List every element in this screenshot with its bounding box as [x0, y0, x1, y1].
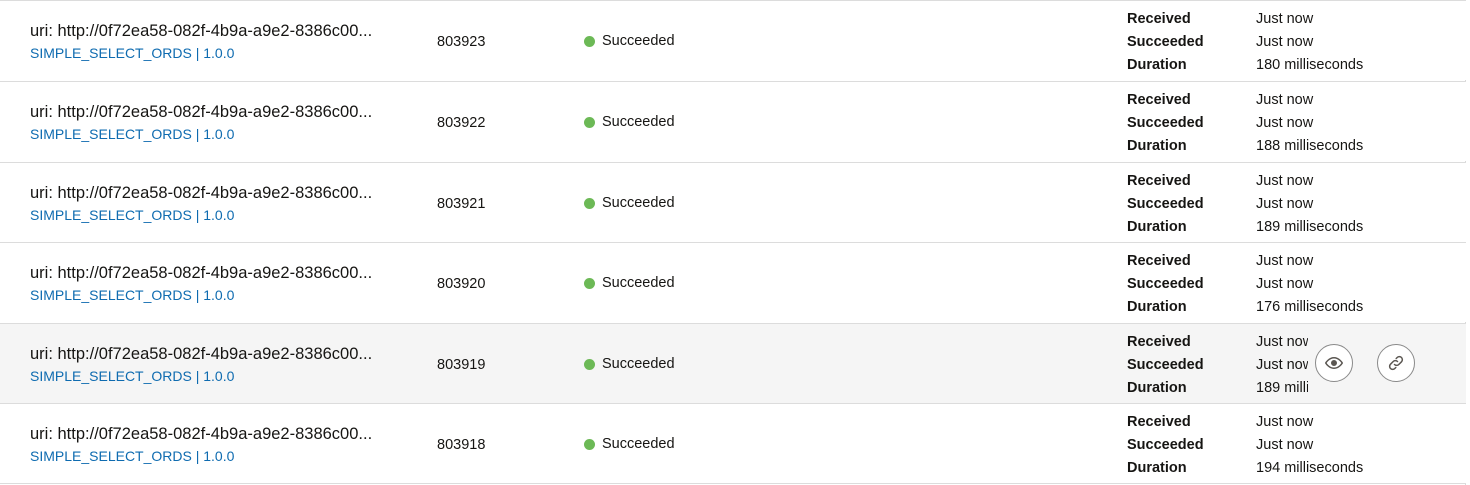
- request-uri: uri: http://0f72ea58-082f-4b9a-a9e2-8386…: [30, 345, 373, 363]
- copy-link-button[interactable]: [1377, 344, 1415, 382]
- request-id: 803920: [437, 276, 486, 292]
- timing-details: Received Just now Succeeded Just now Durat…: [1127, 411, 1363, 480]
- received-value: Just now: [1256, 11, 1314, 27]
- requests-table: uri: http://0f72ea58-082f-4b9a-a9e2-8386…: [0, 0, 1466, 485]
- status-cell: Succeeded: [584, 275, 675, 291]
- succeeded-value: Just now: [1256, 357, 1308, 373]
- request-id: 803919: [437, 357, 486, 373]
- status-text: Succeeded: [602, 114, 675, 130]
- status-text: Succeeded: [602, 356, 675, 372]
- duration-value: 180 milliseconds: [1256, 57, 1364, 73]
- request-uri: uri: http://0f72ea58-082f-4b9a-a9e2-8386…: [30, 22, 373, 40]
- succeeded-label: Succeeded: [1127, 115, 1204, 131]
- module-link[interactable]: SIMPLE_SELECT_ORDS | 1.0.0: [30, 448, 234, 464]
- succeeded-label: Succeeded: [1127, 196, 1204, 212]
- request-uri: uri: http://0f72ea58-082f-4b9a-a9e2-8386…: [30, 425, 373, 443]
- request-uri: uri: http://0f72ea58-082f-4b9a-a9e2-8386…: [30, 184, 373, 202]
- status-success-icon: [584, 197, 595, 209]
- status-cell: Succeeded: [584, 436, 675, 452]
- request-id: 803921: [437, 196, 486, 212]
- received-value: Just now: [1256, 173, 1314, 189]
- succeeded-label: Succeeded: [1127, 357, 1204, 373]
- duration-label: Duration: [1127, 219, 1187, 235]
- status-success-icon: [584, 438, 595, 450]
- table-row[interactable]: uri: http://0f72ea58-082f-4b9a-a9e2-8386…: [0, 162, 1466, 242]
- status-text: Succeeded: [602, 436, 675, 452]
- received-label: Received: [1127, 92, 1191, 108]
- timing-details: Received Just now Succeeded Just now Durat…: [1127, 250, 1363, 319]
- received-value: Just now: [1256, 253, 1314, 269]
- duration-label: Duration: [1127, 138, 1187, 154]
- received-label: Received: [1127, 11, 1191, 27]
- status-cell: Succeeded: [584, 114, 675, 130]
- table-row[interactable]: uri: http://0f72ea58-082f-4b9a-a9e2-8386…: [0, 81, 1466, 161]
- request-id: 803918: [437, 437, 486, 453]
- status-success-icon: [584, 358, 595, 370]
- duration-value: 194 milliseconds: [1256, 460, 1364, 476]
- duration-value: 188 milliseconds: [1256, 138, 1364, 154]
- status-cell: Succeeded: [584, 195, 675, 211]
- status-success-icon: [584, 277, 595, 289]
- succeeded-value: Just now: [1256, 196, 1314, 212]
- received-value: Just now: [1256, 92, 1314, 108]
- received-value: Just now: [1256, 414, 1314, 430]
- received-value: Just now: [1256, 334, 1308, 350]
- link-icon: [1387, 354, 1405, 372]
- timing-details: Received Just now Succeeded Just now Durat…: [1127, 170, 1363, 239]
- status-success-icon: [584, 116, 595, 128]
- table-row[interactable]: uri: http://0f72ea58-082f-4b9a-a9e2-8386…: [0, 242, 1466, 322]
- table-row[interactable]: uri: http://0f72ea58-082f-4b9a-a9e2-8386…: [0, 0, 1466, 80]
- table-row[interactable]: uri: http://0f72ea58-082f-4b9a-a9e2-8386…: [0, 403, 1466, 484]
- received-label: Received: [1127, 253, 1191, 269]
- status-cell: Succeeded: [584, 356, 675, 372]
- status-text: Succeeded: [602, 275, 675, 291]
- duration-label: Duration: [1127, 460, 1187, 476]
- request-uri: uri: http://0f72ea58-082f-4b9a-a9e2-8386…: [30, 103, 373, 121]
- duration-label: Duration: [1127, 380, 1187, 396]
- view-button[interactable]: [1315, 344, 1353, 382]
- status-text: Succeeded: [602, 33, 675, 49]
- status-cell: Succeeded: [584, 33, 675, 49]
- received-label: Received: [1127, 334, 1191, 350]
- succeeded-label: Succeeded: [1127, 276, 1204, 292]
- timing-details: Received Just now Succeeded Just now Durat…: [1127, 8, 1363, 77]
- duration-label: Duration: [1127, 299, 1187, 315]
- request-id: 803923: [437, 34, 486, 50]
- module-link[interactable]: SIMPLE_SELECT_ORDS | 1.0.0: [30, 45, 234, 61]
- request-uri: uri: http://0f72ea58-082f-4b9a-a9e2-8386…: [30, 264, 373, 282]
- status-success-icon: [584, 35, 595, 47]
- received-label: Received: [1127, 414, 1191, 430]
- request-id: 803922: [437, 115, 486, 131]
- succeeded-value: Just now: [1256, 34, 1314, 50]
- module-link[interactable]: SIMPLE_SELECT_ORDS | 1.0.0: [30, 368, 234, 384]
- duration-value: 189 milliseconds: [1256, 380, 1308, 396]
- succeeded-label: Succeeded: [1127, 34, 1204, 50]
- module-link[interactable]: SIMPLE_SELECT_ORDS | 1.0.0: [30, 207, 234, 223]
- duration-value: 176 milliseconds: [1256, 299, 1364, 315]
- module-link[interactable]: SIMPLE_SELECT_ORDS | 1.0.0: [30, 287, 234, 303]
- succeeded-value: Just now: [1256, 276, 1314, 292]
- table-row[interactable]: uri: http://0f72ea58-082f-4b9a-a9e2-8386…: [0, 323, 1466, 403]
- duration-label: Duration: [1127, 57, 1187, 73]
- status-text: Succeeded: [602, 195, 675, 211]
- eye-icon: [1325, 354, 1343, 372]
- timing-details: Received Just now Succeeded Just now Durat…: [1127, 89, 1363, 158]
- succeeded-value: Just now: [1256, 437, 1314, 453]
- succeeded-label: Succeeded: [1127, 437, 1204, 453]
- duration-value: 189 milliseconds: [1256, 219, 1364, 235]
- module-link[interactable]: SIMPLE_SELECT_ORDS | 1.0.0: [30, 126, 234, 142]
- timing-details: Received Just now Succeeded Just now Durat…: [1127, 331, 1308, 400]
- received-label: Received: [1127, 173, 1191, 189]
- succeeded-value: Just now: [1256, 115, 1314, 131]
